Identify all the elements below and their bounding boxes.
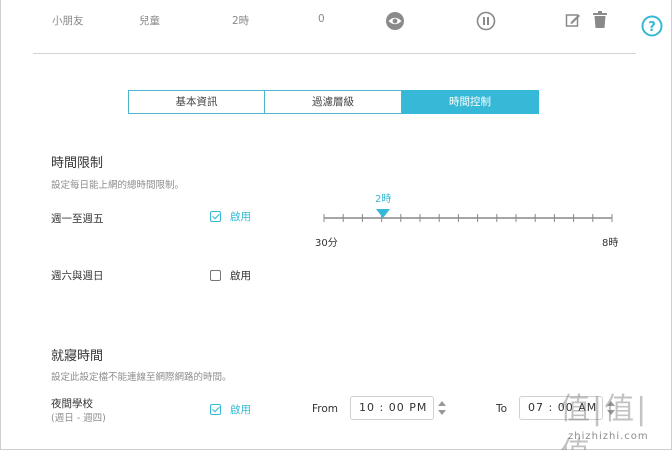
tab-time-control[interactable]: 時間控制 [402, 90, 539, 114]
weekend-enable-label: 啟用 [230, 270, 251, 282]
profile-time: 2時 [232, 15, 250, 27]
profile-type: 兒童 [139, 15, 160, 27]
from-time-input[interactable]: 10 : 00 PM [350, 396, 434, 420]
time-limit-title: 時間限制 [51, 156, 104, 171]
tab-bar: 基本資訊 過濾層級 時間控制 [128, 90, 539, 114]
slider-handle [376, 209, 390, 218]
tab-filter-level[interactable]: 過濾層級 [265, 90, 402, 114]
trash-icon[interactable] [593, 11, 607, 28]
eye-icon[interactable] [385, 11, 405, 31]
question-icon[interactable]: ? [641, 15, 663, 37]
slider-max-label: 8時 [602, 238, 619, 249]
weekend-label: 週六與週日 [51, 270, 104, 282]
weekdays-enable-label: 啟用 [230, 211, 251, 223]
time-limit-slider[interactable] [322, 203, 614, 225]
from-time-spinner-icon[interactable] [437, 400, 447, 416]
bedtime-description: 設定此設定檔不能連線至網際網路的時間。 [51, 372, 232, 383]
to-label: To [496, 403, 508, 415]
school-night-days: (週日 - 週四) [51, 413, 106, 424]
edit-icon[interactable] [565, 12, 581, 28]
weekdays-enable-checkbox[interactable] [210, 211, 221, 222]
watermark-url: zhizhizhi.com [568, 431, 649, 442]
time-limit-description: 設定每日能上網的總時間限制。 [51, 180, 185, 191]
school-night-label: 夜間學校 [51, 398, 93, 410]
school-night-enable-label: 啟用 [230, 404, 251, 416]
school-night-enable-checkbox[interactable] [210, 404, 221, 415]
profile-name: 小朋友 [52, 15, 84, 27]
weekdays-label: 週一至週五 [51, 213, 104, 225]
weekend-enable-checkbox[interactable] [210, 270, 221, 281]
svg-text:?: ? [648, 20, 656, 35]
row-divider [33, 53, 636, 54]
pause-icon[interactable] [476, 11, 496, 31]
bedtime-title: 就寢時間 [51, 349, 104, 364]
from-label: From [312, 403, 339, 415]
tab-basic-info[interactable]: 基本資訊 [128, 90, 265, 114]
profile-count: 0 [318, 13, 325, 25]
slider-min-label: 30分 [315, 238, 338, 249]
